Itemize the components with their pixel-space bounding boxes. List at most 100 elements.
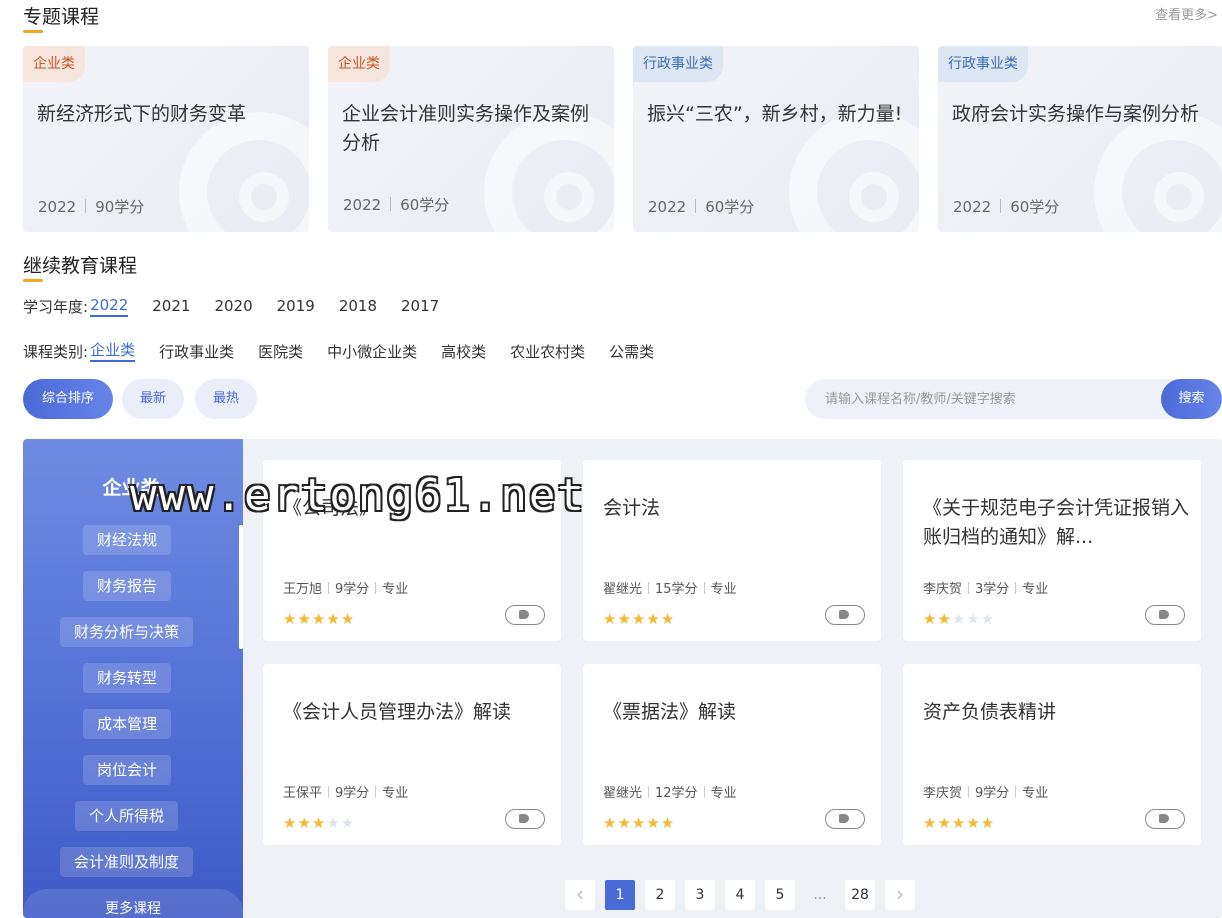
page-button[interactable]: 4 — [725, 880, 755, 910]
course-type: 专业 — [1022, 786, 1049, 801]
card-decoration — [849, 172, 899, 222]
topic-meta: 2022 90学分 — [38, 196, 144, 217]
course-credits: 15学分 — [655, 582, 698, 597]
star-icon: ★ — [631, 610, 647, 628]
category-option-public[interactable]: 公需类 — [609, 341, 654, 362]
play-icon — [519, 814, 529, 823]
year-option-2020[interactable]: 2020 — [214, 297, 252, 315]
sort-latest-button[interactable]: 最新 — [122, 379, 184, 419]
topic-credits: 60学分 — [705, 198, 755, 216]
page-button[interactable]: 28 — [845, 880, 875, 910]
star-icon: ★ — [966, 610, 981, 628]
category-option-admin[interactable]: 行政事业类 — [159, 341, 234, 362]
star-icon: ★ — [603, 610, 618, 628]
topic-section-title-text: 专题课程 — [23, 6, 100, 28]
sort-comprehensive-button[interactable]: 综合排序 — [23, 379, 113, 419]
star-icon: ★ — [966, 814, 981, 832]
page-button[interactable]: 3 — [685, 880, 715, 910]
topic-card[interactable]: 行政事业类 政府会计实务操作与案例分析 2022 60学分 — [938, 46, 1222, 232]
page-button[interactable]: 1 — [605, 880, 635, 910]
next-page-button[interactable]: › — [885, 880, 915, 910]
course-meta: 翟继光 15学分 专业 — [603, 578, 737, 597]
course-card[interactable]: 《会计人员管理办法》解读 王保平 9学分 专业 ★★★★★ — [263, 664, 561, 845]
divider — [375, 786, 377, 798]
category-option-university[interactable]: 高校类 — [441, 341, 486, 362]
divider — [375, 582, 377, 594]
topic-title: 企业会计准则实务操作及案例分析 — [342, 103, 590, 154]
page-button[interactable]: 5 — [765, 880, 795, 910]
course-title: 《会计人员管理办法》解读 — [283, 701, 512, 723]
play-toggle[interactable] — [1145, 605, 1185, 625]
course-teacher: 李庆贺 — [923, 786, 963, 801]
category-option-sme[interactable]: 中小微企业类 — [327, 341, 417, 362]
card-decoration — [1094, 112, 1222, 232]
sidebar-item[interactable]: 财务转型 — [83, 663, 172, 693]
sidebar-item[interactable]: 岗位会计 — [83, 755, 172, 785]
topic-card[interactable]: 企业类 企业会计准则实务操作及案例分析 2022 60学分 — [328, 46, 614, 232]
play-toggle[interactable] — [825, 809, 865, 829]
course-title: 资产负债表精讲 — [923, 701, 1057, 723]
topic-tag: 企业类 — [328, 46, 390, 82]
year-option-2019[interactable]: 2019 — [277, 297, 315, 315]
divider — [703, 786, 705, 798]
course-credits: 9学分 — [335, 786, 370, 801]
sidebar-item[interactable]: 财务分析与决策 — [60, 617, 194, 647]
sidebar-item[interactable]: 个人所得税 — [75, 801, 179, 831]
year-option-2017[interactable]: 2017 — [401, 297, 439, 315]
course-card[interactable]: 会计法 翟继光 15学分 专业 ★★★★★ — [583, 460, 881, 641]
sidebar-item[interactable]: 财务报告 — [83, 571, 172, 601]
course-card[interactable]: 《公司法》 王万旭 9学分 专业 ★★★★★ — [263, 460, 561, 641]
star-icon: ★ — [951, 814, 967, 832]
category-filter: 课程类别: 企业类 行政事业类 医院类 中小微企业类 高校类 农业农村类 公需类 — [23, 340, 678, 362]
topic-title: 新经济形式下的财务变革 — [37, 103, 247, 125]
divider — [648, 786, 650, 798]
play-toggle[interactable] — [1145, 809, 1185, 829]
topic-year: 2022 — [38, 198, 77, 216]
sidebar-item[interactable]: 会计准则及制度 — [60, 847, 194, 877]
topic-title: 振兴“三农”，新乡村，新力量! — [647, 103, 903, 125]
page-button[interactable]: 2 — [645, 880, 675, 910]
divider — [968, 786, 970, 798]
sort-hottest-button[interactable]: 最热 — [195, 379, 257, 419]
topic-credits: 90学分 — [95, 198, 145, 216]
course-card[interactable]: 资产负债表精讲 李庆贺 9学分 专业 ★★★★★ — [903, 664, 1201, 845]
category-option-enterprise[interactable]: 企业类 — [90, 340, 136, 362]
search-input[interactable] — [825, 379, 1155, 419]
category-option-agriculture[interactable]: 农业农村类 — [510, 341, 585, 362]
play-toggle[interactable] — [505, 809, 545, 829]
year-option-2021[interactable]: 2021 — [152, 297, 190, 315]
prev-page-button[interactable]: ‹ — [565, 880, 595, 910]
more-courses-button[interactable]: 更多课程 — [23, 889, 243, 918]
star-icon: ★ — [340, 610, 356, 628]
play-toggle[interactable] — [505, 605, 545, 625]
course-credits: 9学分 — [335, 582, 370, 597]
category-option-hospital[interactable]: 医院类 — [258, 341, 303, 362]
divider — [1015, 786, 1017, 798]
year-option-2018[interactable]: 2018 — [339, 297, 377, 315]
topic-card[interactable]: 行政事业类 振兴“三农”，新乡村，新力量! 2022 60学分 — [633, 46, 919, 232]
course-panel: 企业类 财经法规 财务报告 财务分析与决策 财务转型 成本管理 岗位会计 个人所… — [23, 439, 1222, 918]
title-accent-bar — [23, 279, 43, 282]
view-more-link[interactable]: 查看更多> — [1155, 4, 1218, 23]
course-card[interactable]: 《关于规范电子会计凭证报销入账归档的通知》解... 李庆贺 3学分 专业 ★★★★★ — [903, 460, 1201, 641]
search-button[interactable]: 搜索 — [1161, 379, 1222, 419]
sidebar-scrollbar[interactable] — [239, 525, 243, 649]
title-accent-bar — [23, 30, 43, 33]
course-meta: 王保平 9学分 专业 — [283, 782, 408, 801]
sidebar-item[interactable]: 成本管理 — [83, 709, 172, 739]
topic-credits: 60学分 — [400, 196, 450, 214]
star-icon: ★ — [283, 814, 298, 832]
topic-title: 政府会计实务操作与案例分析 — [952, 103, 1200, 125]
star-icon: ★ — [923, 610, 938, 628]
category-sidebar: 企业类 财经法规 财务报告 财务分析与决策 财务转型 成本管理 岗位会计 个人所… — [23, 439, 243, 918]
year-option-2022[interactable]: 2022 — [90, 295, 129, 317]
star-icon: ★ — [660, 814, 676, 832]
play-toggle[interactable] — [825, 605, 865, 625]
star-icon: ★ — [980, 610, 996, 628]
divider — [1015, 582, 1017, 594]
course-card[interactable]: 《票据法》解读 翟继光 12学分 专业 ★★★★★ — [583, 664, 881, 845]
sidebar-item[interactable]: 财经法规 — [83, 525, 172, 555]
topic-card[interactable]: 企业类 新经济形式下的财务变革 2022 90学分 — [23, 46, 309, 232]
card-decoration — [239, 172, 289, 222]
divider — [968, 582, 970, 594]
